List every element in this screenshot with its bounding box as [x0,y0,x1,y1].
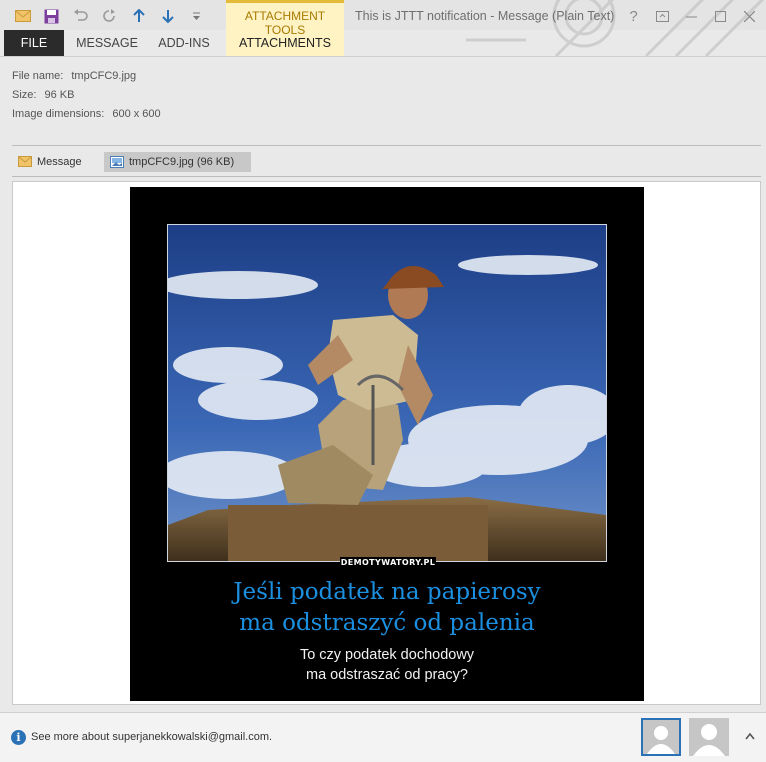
poster-headline-line-2: ma odstraszyć od palenia [239,610,535,636]
image-file-icon [110,156,124,168]
file-name-row: File name: tmpCFC9.jpg [12,70,161,89]
redo-icon[interactable] [95,4,124,28]
save-icon[interactable] [37,4,66,28]
attachment-preview: DEMOTYWATORY.PL Jeśli podatek na papiero… [12,181,761,705]
tab-file[interactable]: FILE [4,30,64,56]
next-item-icon[interactable] [153,4,182,28]
dimensions-value: 600 x 600 [112,108,161,120]
attachment-chip[interactable]: tmpCFC9.jpg (96 KB) [104,152,251,172]
avatar[interactable] [689,718,729,756]
people-pane: i See more about superjanekkowalski@gmai… [0,712,766,762]
poster-subline: To czy podatek dochodowy ma odstraszać o… [130,645,644,685]
message-chip[interactable]: Message [18,152,82,172]
help-icon[interactable]: ? [619,2,648,30]
poster-subline-line-1: To czy podatek dochodowy [299,647,475,663]
poster-headline-line-1: Jeśli podatek na papierosy [233,579,541,605]
close-icon[interactable] [735,2,764,30]
avatar[interactable] [641,718,681,756]
customize-toolbar-icon[interactable] [182,4,211,28]
people-pane-text[interactable]: See more about superjanekkowalski@gmail.… [31,731,272,743]
ribbon-divider [0,56,766,57]
ribbon-display-options-icon[interactable] [648,2,677,30]
outlook-message-window: ATTACHMENT TOOLS This is JTTT notificati… [0,0,766,762]
size-value: 96 KB [44,89,75,101]
dimensions-label: Image dimensions: [12,108,105,120]
maximize-icon[interactable] [706,2,735,30]
previous-item-icon[interactable] [124,4,153,28]
poster-headline: Jeśli podatek na papierosy ma odstraszyć… [130,577,644,639]
dimensions-row: Image dimensions: 600 x 600 [12,108,161,127]
window-title: This is JTTT notification - Message (Pla… [355,9,615,23]
message-chip-label: Message [37,156,82,168]
tab-message[interactable]: MESSAGE [72,30,142,56]
size-row: Size: 96 KB [12,89,161,108]
file-name-value: tmpCFC9.jpg [71,70,137,82]
poster-photo [167,224,607,562]
poster-brand: DEMOTYWATORY.PL [340,557,436,569]
tab-attachments[interactable]: ATTACHMENTS [226,30,344,56]
worker-photo-illustration [168,225,606,561]
file-name-label: File name: [12,70,64,82]
attachment-chip-label: tmpCFC9.jpg (96 KB) [129,156,235,168]
envelope-icon [18,156,32,168]
ribbon-tabs: FILE MESSAGE ADD-INS ATTACHMENTS [0,30,766,56]
size-label: Size: [12,89,37,101]
poster-subline-line-2: ma odstraszać od pracy? [306,667,468,683]
minimize-icon[interactable] [677,2,706,30]
undo-icon[interactable] [66,4,95,28]
window-controls: ? [619,2,764,30]
attachment-strip: Message tmpCFC9.jpg (96 KB) [12,150,761,174]
poster-image: DEMOTYWATORY.PL Jeśli podatek na papiero… [130,187,644,701]
divider [12,176,761,177]
envelope-icon[interactable] [8,4,37,28]
info-icon: i [11,730,26,745]
tab-add-ins[interactable]: ADD-INS [152,30,216,56]
attachment-info: File name: tmpCFC9.jpg Size: 96 KB Image d… [12,70,161,127]
chevron-up-icon[interactable] [745,729,755,743]
divider [12,145,761,146]
quick-access-toolbar [8,4,211,28]
